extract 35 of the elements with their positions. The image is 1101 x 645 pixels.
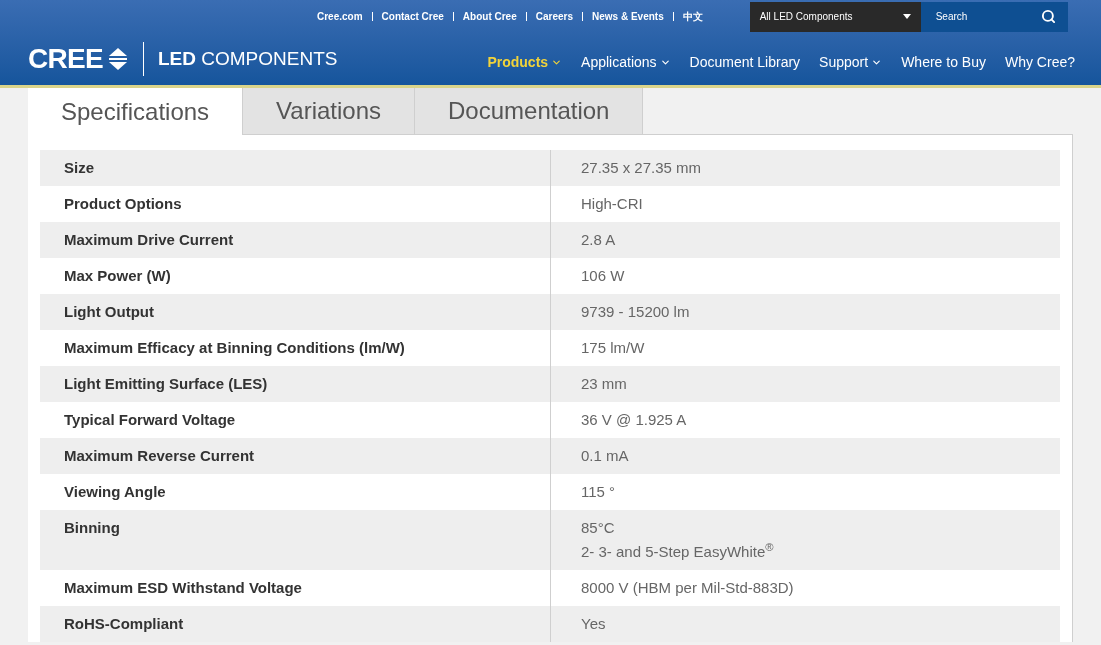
tab[interactable]: Variations xyxy=(243,88,416,135)
spec-value: 0.1 mA xyxy=(581,447,630,465)
brand-logo[interactable]: CREE LED COMPONENTS xyxy=(28,38,338,80)
spec-value: Yes xyxy=(581,615,607,633)
spec-value: 9739 - 15200 lm xyxy=(581,303,691,321)
search-icon[interactable] xyxy=(1040,8,1056,24)
spec-value: 2- 3- and 5-Step EasyWhite$^{®}$ xyxy=(581,543,775,561)
top-link[interactable]: Cree.com xyxy=(317,9,363,24)
nav-link[interactable]: Where to Buy xyxy=(901,51,986,73)
spec-value: 23 mm xyxy=(581,375,628,393)
spec-label: RoHS-Compliant xyxy=(40,606,551,642)
nav-link[interactable]: Why Cree? xyxy=(1004,51,1075,73)
nav-link[interactable]: Products xyxy=(487,51,563,73)
tab[interactable]: Specifications xyxy=(28,88,244,135)
top-link[interactable]: Contact Cree xyxy=(381,9,444,24)
spec-value: 2.8 A xyxy=(581,231,617,249)
caret-icon xyxy=(902,14,911,19)
spec-value: High-CRI xyxy=(581,195,644,213)
nav-link[interactable]: Document Library xyxy=(689,51,801,73)
top-link[interactable]: 中文 xyxy=(682,9,703,24)
spec-value: 27.35 x 27.35 mm xyxy=(581,159,703,177)
spec-value: 106 W xyxy=(581,267,626,285)
tab[interactable]: Documentation xyxy=(415,88,644,135)
category-select[interactable]: All LED Components xyxy=(749,1,921,32)
nav-link[interactable]: Support xyxy=(819,51,883,73)
top-link[interactable]: News & Events xyxy=(592,9,664,24)
spec-value: 8000 V (HBM per Mil-Std-883D) xyxy=(581,579,795,597)
spec-value: 115 ° xyxy=(581,483,617,501)
top-link[interactable]: Careers xyxy=(535,9,573,24)
nav-link[interactable]: Applications xyxy=(581,51,671,73)
spec-value: 85°C xyxy=(581,519,616,537)
spec-value: 36 V @ 1.925 A xyxy=(581,411,688,429)
search-field[interactable]: Search xyxy=(920,1,1068,32)
spec-value: 175 lm/W xyxy=(581,339,646,357)
top-link[interactable]: About Cree xyxy=(462,9,517,24)
